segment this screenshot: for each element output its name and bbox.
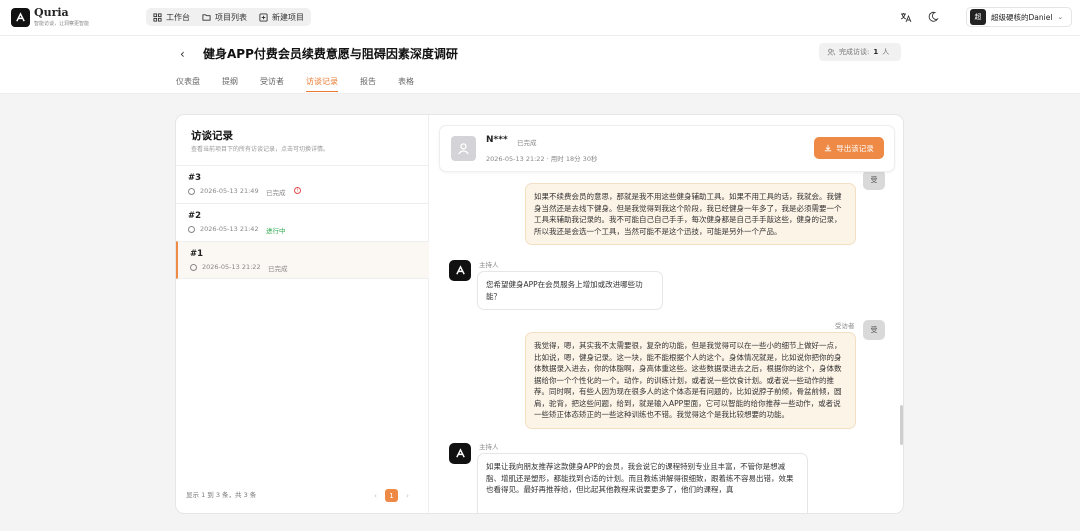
interview-duration: 用时 18分 30秒 (550, 155, 598, 163)
plus-square-icon (259, 12, 268, 22)
respondent-name: N*** (486, 135, 508, 145)
interview-header: N*** 已完成 2026-05-13 21:22 · 用时 18分 30秒 导… (439, 125, 895, 172)
nav-item-workbench[interactable]: 工作台 (148, 10, 195, 24)
tab-interview-records[interactable]: 访谈记录 (306, 76, 338, 92)
download-icon (825, 144, 832, 152)
respondent-avatar: 受 (863, 320, 885, 340)
host-label: 主持人 (479, 261, 499, 269)
tab-table[interactable]: 表格 (398, 76, 414, 92)
nav-item-label: 工作台 (166, 12, 190, 22)
page-title: 健身APP付费会员续费意愿与阻碍因素深度调研 (203, 47, 458, 61)
chevron-down-icon: ⌄ (1057, 13, 1064, 21)
host-label: 主持人 (479, 443, 499, 451)
back-arrow-icon[interactable]: ‹ (180, 47, 185, 61)
record-item[interactable]: #2 2026-05-13 21:42 进行中 (176, 203, 429, 241)
project-header: ‹ 健身APP付费会员续费意愿与阻碍因素深度调研 完成访谈: 1 人 仪表盘 提… (0, 36, 1080, 94)
grid-icon (153, 12, 162, 22)
folder-icon (202, 13, 211, 21)
clock-icon (188, 225, 195, 233)
tab-dashboard[interactable]: 仪表盘 (176, 76, 200, 92)
moon-icon[interactable] (927, 11, 939, 23)
tab-respondents[interactable]: 受访者 (260, 76, 284, 92)
users-icon (827, 48, 835, 56)
respondent-label: 受访者 (835, 322, 855, 330)
host-avatar-icon (449, 443, 471, 464)
message-respondent: 我觉得，嗯，其实我不太需要很，复杂的功能，但是我觉得可以在一些小的细节上做好一点… (525, 332, 856, 429)
record-id: #2 (188, 211, 202, 221)
top-bar: Quria 智能访谈，让洞察更智能 工作台 项目列表 新建项目 超 超级硬核的D… (0, 0, 1080, 36)
interview-detail: N*** 已完成 2026-05-13 21:22 · 用时 18分 30秒 导… (429, 115, 903, 513)
export-label: 导出该记录 (836, 143, 874, 153)
user-name: 超级硬核的Daniel (991, 12, 1053, 22)
translate-icon[interactable] (900, 11, 912, 23)
app-slogan: 智能访谈，让洞察更智能 (34, 21, 90, 27)
completed-badge: 完成访谈: 1 人 (819, 43, 901, 61)
completed-label: 完成访谈: (839, 48, 870, 56)
records-title: 访谈记录 (191, 130, 233, 142)
record-status: 已完成 (268, 265, 288, 273)
user-menu[interactable]: 超 超级硬核的Daniel ⌄ (966, 7, 1072, 27)
message-host: 如果让我向朋友推荐这款健身APP的会员，我会说它的课程特别专业且丰富，不管你是想… (477, 453, 808, 513)
tab-outline[interactable]: 提纲 (222, 76, 238, 92)
records-subtitle: 查看当前项目下的所有访谈记录，点击可切换详情。 (191, 146, 330, 153)
records-card: 访谈记录 查看当前项目下的所有访谈记录，点击可切换详情。 #3 2026-05-… (175, 114, 904, 514)
user-placeholder-icon (451, 136, 476, 161)
app-name: Quria (34, 6, 69, 19)
record-item[interactable]: #3 2026-05-13 21:49 已完成 ! (176, 165, 429, 203)
message-host: 您希望健身APP在会员服务上增加或改进哪些功能？ (477, 271, 663, 310)
clock-icon (190, 263, 197, 271)
next-page-button[interactable]: › (401, 489, 414, 502)
completed-unit: 人 (882, 48, 890, 56)
tab-report[interactable]: 报告 (360, 76, 376, 92)
nav-item-projects[interactable]: 项目列表 (197, 10, 252, 24)
record-id: #1 (190, 249, 204, 259)
avatar: 超 (970, 9, 986, 25)
chat-scrollbar[interactable] (900, 405, 903, 445)
respondent-avatar: 受 (863, 170, 885, 190)
record-item-selected[interactable]: #1 2026-05-13 21:22 已完成 (176, 241, 429, 279)
record-time-text: 2026-05-13 21:22 (202, 263, 261, 271)
pagination-summary: 显示 1 到 3 条，共 3 条 (186, 491, 257, 499)
export-button[interactable]: 导出该记录 (814, 137, 884, 159)
app-logo[interactable] (11, 8, 30, 27)
interview-time: 2026-05-13 21:22 (486, 155, 545, 163)
nav-item-label: 新建项目 (272, 12, 304, 22)
records-panel: 访谈记录 查看当前项目下的所有访谈记录，点击可切换详情。 #3 2026-05-… (176, 115, 429, 513)
page-button-current[interactable]: 1 (385, 489, 398, 502)
completed-count: 1 (873, 48, 879, 56)
nav-item-new-project[interactable]: 新建项目 (254, 10, 309, 24)
record-time: 2026-05-13 21:49 (188, 187, 259, 195)
alert-icon: ! (294, 187, 301, 194)
record-status: 进行中 (266, 227, 286, 235)
record-time: 2026-05-13 21:22 (190, 263, 261, 271)
record-time-text: 2026-05-13 21:42 (200, 225, 259, 233)
nav-item-label: 项目列表 (215, 12, 247, 22)
interview-meta: 2026-05-13 21:22 · 用时 18分 30秒 (486, 155, 598, 163)
prev-page-button[interactable]: ‹ (369, 489, 382, 502)
interview-status: 已完成 (517, 139, 537, 147)
main-nav: 工作台 项目列表 新建项目 (146, 8, 311, 26)
record-time: 2026-05-13 21:42 (188, 225, 259, 233)
pagination: ‹ 1 › (369, 489, 414, 502)
record-id: #3 (188, 173, 202, 183)
brand: Quria 智能访谈，让洞察更智能 (34, 6, 90, 28)
record-time-text: 2026-05-13 21:49 (200, 187, 259, 195)
host-avatar-icon (449, 260, 471, 281)
message-respondent: 如果不续费会员的意思，那就是我不用这些健身辅助工具。如果不用工具的话，我就会。我… (525, 183, 856, 245)
clock-icon (188, 187, 195, 195)
record-status: 已完成 (266, 189, 286, 197)
project-tabs: 仪表盘 提纲 受访者 访谈记录 报告 表格 (176, 76, 436, 92)
